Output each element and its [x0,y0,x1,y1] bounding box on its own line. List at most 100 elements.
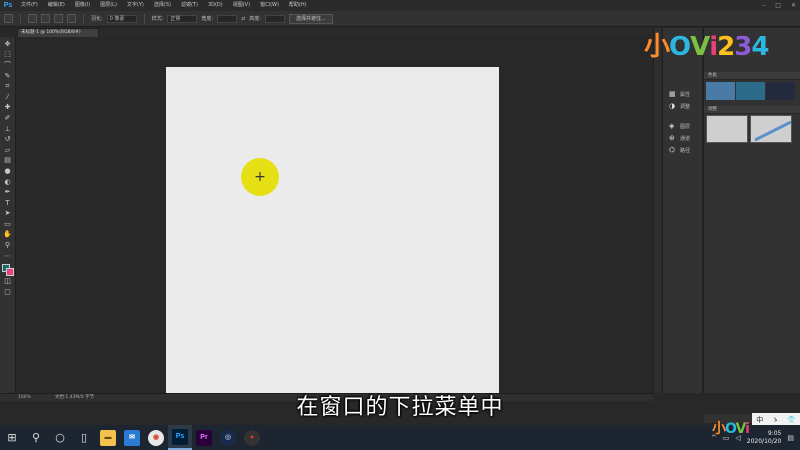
file-explorer-icon[interactable]: ▬ [96,425,120,450]
type-tool-icon[interactable]: T [3,199,12,208]
notification-icon[interactable]: ▤ [787,434,794,442]
clock-time: 9:05 [767,429,782,437]
color-swatches[interactable] [1,264,14,277]
photoshop-logo-icon: Ps [3,2,13,9]
windows-taskbar: ⊞ ⚲ ○ ▯ ▬ ✉ ◉ Ps Pr ◎ ● ^ ▭ ◁ 9:05 2020/… [0,425,800,450]
swatches-panel-header[interactable]: 色板 [704,72,800,80]
options-bar: 羽化: 0 像素 样式: 正常 宽度: ⇄ 高度: 选择并遮住... [0,11,800,27]
preset-thumbnails [706,115,792,143]
subtract-selection-icon[interactable] [54,14,63,23]
chrome-icon[interactable]: ◉ [144,425,168,450]
document-tab[interactable]: 未标题-1 @ 100%(RGB/8#) [17,28,99,37]
marquee-tool-icon[interactable]: ⬚ [3,50,12,59]
minimize-icon[interactable]: – [762,2,765,9]
feather-input[interactable]: 0 像素 [106,14,137,23]
eraser-tool-icon[interactable]: ▱ [3,146,12,155]
divider [143,13,145,24]
properties-panel-button[interactable]: ▦ 属性 [663,88,702,100]
menu-edit[interactable]: 编辑(E) [43,0,70,11]
crosshair-cursor-icon: + [254,169,266,185]
preset-thumbnail-2[interactable] [750,115,792,143]
path-select-tool-icon[interactable]: ➤ [3,209,12,218]
menu-window[interactable]: 窗口(W) [255,0,284,11]
zoom-tool-icon[interactable]: ⚲ [3,241,12,250]
height-input[interactable] [264,14,285,23]
start-windows-icon[interactable]: ⊞ [0,425,24,450]
swatch-3[interactable] [766,82,795,100]
ime-skin-icon[interactable]: 👕 [787,416,796,424]
history-brush-tool-icon[interactable]: ↺ [3,135,12,144]
eyedropper-tool-icon[interactable]: ⁄ [3,93,12,102]
menu-help[interactable]: 帮助(H) [284,0,312,11]
menu-select[interactable]: 选择(S) [149,0,176,11]
clone-stamp-tool-icon[interactable]: ⊥ [3,125,12,134]
document-tab-strip [16,28,652,37]
background-color-swatch[interactable] [5,268,14,277]
lasso-tool-icon[interactable]: ⌒ [3,61,12,70]
style-label: 样式: [151,16,164,22]
more-tools-icon[interactable]: ⋯ [3,252,12,261]
menu-file[interactable]: 文件(F) [16,0,43,11]
style-select[interactable]: 正常 [167,14,198,23]
brush-tool-icon[interactable]: ✐ [3,114,12,123]
healing-brush-tool-icon[interactable]: ✚ [3,103,12,112]
close-icon[interactable]: ✕ [791,2,796,9]
intersect-selection-icon[interactable] [67,14,76,23]
crop-tool-icon[interactable]: ⌗ [3,82,12,91]
marquee-preset-icon[interactable] [4,14,13,23]
swatch-1[interactable] [706,82,735,100]
maximize-icon[interactable]: □ [775,2,781,9]
channels-panel-button[interactable]: ⊛ 通道 [663,132,702,144]
search-icon[interactable]: ⚲ [24,425,48,450]
add-selection-icon[interactable] [41,14,50,23]
menu-bar: Ps 文件(F) 编辑(E) 图像(I) 图层(L) 文字(Y) 选择(S) 滤… [0,0,800,11]
screen-mode-icon[interactable]: ▢ [3,288,12,297]
dodge-tool-icon[interactable]: ◐ [3,178,12,187]
panel-dock-icons: ▦ 属性 ◑ 调整 ◈ 图层 ⊛ 通道 ⌬ 路径 [662,28,702,393]
select-and-mask-button[interactable]: 选择并遮住... [288,13,333,24]
menu-layer[interactable]: 图层(L) [95,0,122,11]
recorder-taskbar-icon[interactable]: ● [240,425,264,450]
paths-panel-button[interactable]: ⌬ 路径 [663,144,702,156]
paths-label: 路径 [680,147,691,154]
window-controls: – □ ✕ [762,0,796,11]
adjustments-panel-header[interactable]: 调整 [704,106,800,114]
cursor-highlight: + [241,158,279,196]
swap-icon[interactable]: ⇄ [241,16,245,22]
cortana-icon[interactable]: ○ [48,425,72,450]
logo-char: i [745,421,750,437]
pen-tool-icon[interactable]: ✒ [3,188,12,197]
ime-punct-icon[interactable]: ゝ [772,415,779,425]
adjustments-icon: ◑ [669,101,676,110]
quick-select-tool-icon[interactable]: ✎ [3,72,12,81]
move-tool-icon[interactable]: ✥ [3,40,12,49]
gradient-tool-icon[interactable]: ▤ [3,156,12,165]
canvas-area[interactable]: + [17,37,652,400]
menu-view[interactable]: 视图(V) [228,0,255,11]
logo-char: 小 [644,32,670,62]
clock[interactable]: 9:05 2020/10/20 [747,430,782,446]
logo-char: 2 [717,32,735,62]
rectangle-tool-icon[interactable]: ▭ [3,220,12,229]
menu-image[interactable]: 图像(I) [70,0,95,11]
photoshop-taskbar-icon[interactable]: Ps [168,425,192,450]
adjustments-panel-button[interactable]: ◑ 调整 [663,100,702,112]
hand-tool-icon[interactable]: ✋ [3,230,12,239]
menu-filter[interactable]: 滤镜(T) [176,0,203,11]
logo-char: O [725,421,736,437]
task-view-icon[interactable]: ▯ [72,425,96,450]
quick-mask-icon[interactable]: ◫ [3,277,12,286]
c4d-taskbar-icon[interactable]: ◎ [216,425,240,450]
layers-panel-button[interactable]: ◈ 图层 [663,120,702,132]
premiere-taskbar-icon[interactable]: Pr [192,425,216,450]
swatch-2[interactable] [736,82,765,100]
width-input[interactable] [217,14,238,23]
new-selection-icon[interactable] [28,14,37,23]
document-canvas[interactable] [166,67,499,400]
preset-thumbnail-1[interactable] [706,115,748,143]
menu-3d[interactable]: 3D(D) [203,0,228,11]
ime-chinese-mode[interactable]: 中 [756,415,763,425]
blur-tool-icon[interactable]: ● [3,167,12,176]
mail-icon[interactable]: ✉ [120,425,144,450]
menu-type[interactable]: 文字(Y) [122,0,149,11]
